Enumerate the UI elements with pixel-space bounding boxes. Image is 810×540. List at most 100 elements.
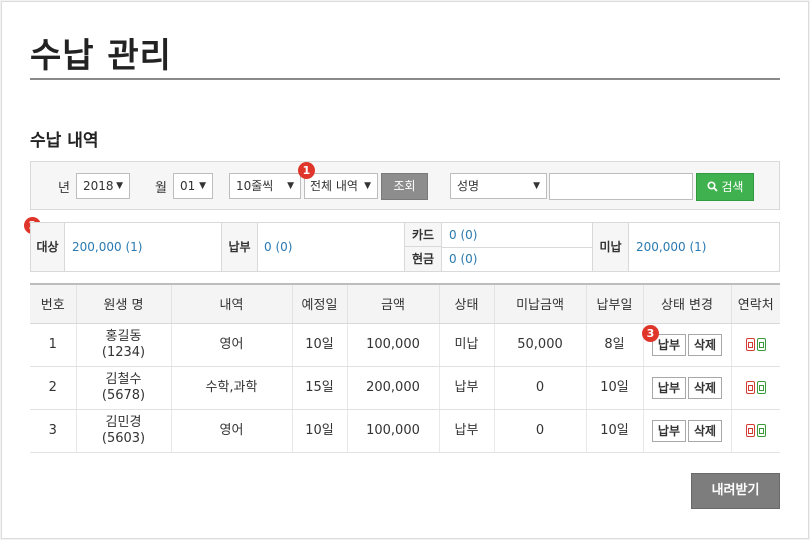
month-select-value: 01 (180, 179, 196, 193)
year-label: 년 (58, 181, 70, 196)
paid-day-cell: 8일 (586, 323, 644, 367)
delete-button[interactable]: 삭제 (688, 333, 723, 356)
student-name: 홍길동 (105, 328, 142, 344)
student-name-cell: 김민경 (5603) (76, 409, 172, 453)
status-cell: 미납 (439, 323, 495, 367)
marker-badge-1: 1 (298, 162, 315, 179)
row-number: 2 (30, 366, 77, 410)
student-id: (1234) (101, 344, 146, 360)
student-name: 김민경 (105, 414, 142, 430)
month-select[interactable]: 01 ▼ (173, 173, 213, 199)
cash-label: 현금 (405, 247, 442, 271)
search-field-value: 성명 (457, 179, 480, 193)
rows-per-page-select[interactable]: 10줄씩 ▼ (229, 173, 301, 199)
column-header: 내역 (171, 283, 293, 324)
target-value: 200,000 (1) (72, 240, 143, 254)
row-number: 3 (30, 409, 77, 453)
amount-cell: 200,000 (347, 366, 440, 410)
unpaid-amount-cell: 50,000 (494, 323, 587, 367)
item-cell: 영어 (171, 323, 293, 367)
summary-panel: 대상 200,000 (1) 납부 0 (0) 카드 0 (0) 현금 0 (0… (30, 222, 780, 272)
unpaid-value: 200,000 (1) (636, 240, 707, 254)
column-header: 금액 (347, 283, 440, 324)
filter-bar: 년 2018 ▼ 월 01 ▼ 10줄씩 ▼ 전체 내역 ▼ 조회 성명 ▼ 검… (30, 161, 780, 210)
chevron-down-icon: ▼ (199, 181, 206, 191)
summary-divider (442, 247, 593, 248)
column-header: 상태 변경 (643, 283, 732, 324)
phone-icon[interactable] (756, 423, 766, 437)
target-label: 대상 (31, 223, 65, 271)
unpaid-amount-cell: 0 (494, 366, 587, 410)
unpaid-label: 미납 (593, 223, 629, 271)
due-day-cell: 10일 (292, 409, 348, 453)
status-cell: 납부 (439, 409, 495, 453)
phone-icon[interactable] (756, 337, 766, 351)
pay-button[interactable]: 납부 (651, 376, 686, 399)
status-cell: 납부 (439, 366, 495, 410)
contact-cell (731, 409, 780, 453)
item-cell: 수학,과학 (171, 366, 293, 410)
chevron-down-icon: ▼ (287, 181, 294, 191)
card-value: 0 (0) (449, 228, 478, 242)
status-change-cell: 납부 삭제 (643, 366, 732, 410)
history-type-select[interactable]: 전체 내역 ▼ (304, 173, 378, 199)
paid-label: 납부 (222, 223, 258, 271)
phone-icon[interactable] (745, 423, 755, 437)
delete-button[interactable]: 삭제 (688, 376, 723, 399)
paid-day-cell: 10일 (586, 409, 644, 453)
card-label: 카드 (405, 223, 442, 247)
history-type-value: 전체 내역 (310, 179, 358, 193)
column-header: 원생 명 (76, 283, 172, 324)
page-title: 수납 관리 (30, 36, 172, 76)
payment-table: 번호 원생 명 내역 예정일 금액 상태 미납금액 납부일 상태 변경 연락처 … (30, 283, 780, 453)
contact-cell (731, 366, 780, 410)
amount-cell: 100,000 (347, 409, 440, 453)
column-header: 납부일 (586, 283, 644, 324)
student-id: (5678) (101, 387, 146, 403)
due-day-cell: 15일 (292, 366, 348, 410)
year-select[interactable]: 2018 ▼ (76, 173, 130, 199)
paid-value: 0 (0) (264, 240, 293, 254)
section-title: 수납 내역 (30, 131, 99, 151)
student-name: 김철수 (105, 371, 142, 387)
contact-cell (731, 323, 780, 367)
column-header: 미납금액 (494, 283, 587, 324)
chevron-down-icon: ▼ (533, 181, 540, 191)
paid-day-cell: 10일 (586, 366, 644, 410)
rows-per-page-value: 10줄씩 (236, 179, 274, 193)
column-header: 번호 (30, 283, 77, 324)
title-divider (30, 78, 780, 80)
row-number: 1 (30, 323, 77, 367)
phone-icon[interactable] (745, 380, 755, 394)
year-select-value: 2018 (83, 179, 114, 193)
chevron-down-icon: ▼ (116, 181, 123, 191)
search-button-label: 검색 (721, 180, 744, 194)
column-header: 상태 (439, 283, 495, 324)
status-change-cell: 납부 삭제 (643, 409, 732, 453)
month-label: 월 (155, 181, 167, 196)
student-id: (5603) (101, 430, 146, 446)
table-row: 3 김민경 (5603) 영어 10일 100,000 납부 0 10일 납부 삭제 (30, 409, 780, 453)
search-button[interactable]: 검색 (696, 173, 754, 201)
due-day-cell: 10일 (292, 323, 348, 367)
marker-badge-3: 3 (642, 325, 659, 342)
cash-value: 0 (0) (449, 252, 478, 266)
pay-button[interactable]: 납부 (651, 419, 686, 442)
delete-button[interactable]: 삭제 (688, 419, 723, 442)
search-icon (707, 181, 718, 192)
search-input[interactable] (549, 173, 693, 200)
item-cell: 영어 (171, 409, 293, 453)
table-row: 2 김철수 (5678) 수학,과학 15일 200,000 납부 0 10일 납… (30, 366, 780, 410)
student-name-cell: 김철수 (5678) (76, 366, 172, 410)
chevron-down-icon: ▼ (364, 181, 371, 191)
amount-cell: 100,000 (347, 323, 440, 367)
download-button[interactable]: 내려받기 (691, 473, 780, 509)
student-name-cell: 홍길동 (1234) (76, 323, 172, 367)
phone-icon[interactable] (745, 337, 755, 351)
search-field-select[interactable]: 성명 ▼ (450, 173, 547, 199)
query-button[interactable]: 조회 (381, 173, 428, 200)
column-header: 연락처 (731, 283, 780, 324)
table-row: 1 홍길동 (1234) 영어 10일 100,000 미납 50,000 8일 … (30, 323, 780, 367)
table-header-row: 번호 원생 명 내역 예정일 금액 상태 미납금액 납부일 상태 변경 연락처 (30, 283, 780, 324)
phone-icon[interactable] (756, 380, 766, 394)
